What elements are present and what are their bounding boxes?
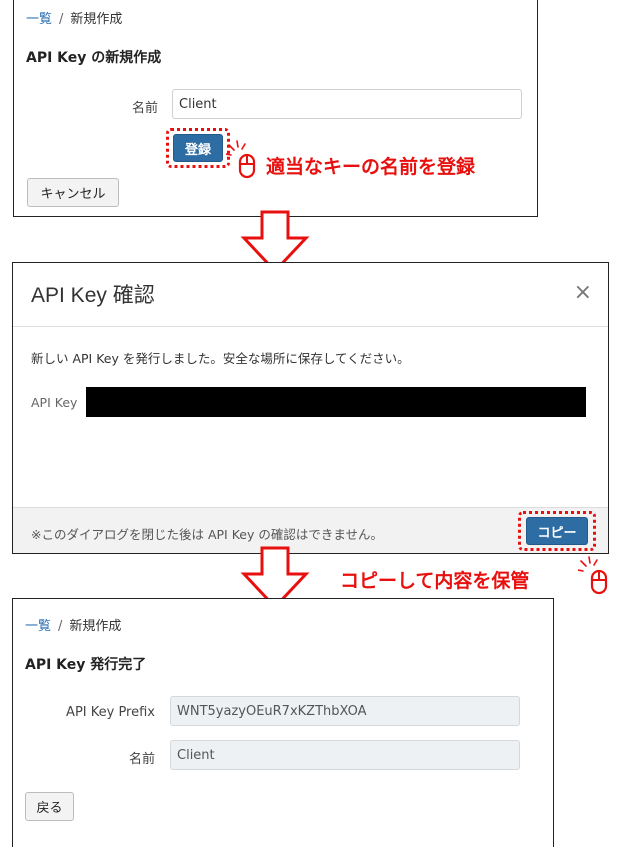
back-button[interactable]: 戻る	[25, 792, 74, 821]
copy-button[interactable]: コピー	[526, 517, 588, 545]
breadcrumb-current: 新規作成	[70, 12, 123, 27]
breadcrumb: 一覧 / 新規作成	[26, 8, 122, 27]
modal-header: API Key 確認 ×	[13, 263, 608, 327]
breadcrumb-separator: /	[59, 12, 64, 27]
prefix-label: API Key Prefix	[66, 705, 155, 720]
complete-panel: 一覧 / 新規作成 API Key 発行完了 API Key Prefix 名前 戻…	[12, 598, 554, 847]
annotation-copy: コピーして内容を保管	[340, 570, 530, 592]
breadcrumb-current: 新規作成	[69, 619, 122, 634]
prefix-field[interactable]	[170, 696, 520, 726]
page-title: API Key 発行完了	[25, 657, 147, 673]
cancel-button[interactable]: キャンセル	[27, 178, 119, 207]
annotation-register: 適当なキーの名前を登録	[266, 156, 476, 178]
mouse-click-icon	[578, 556, 608, 595]
name-field[interactable]	[170, 740, 520, 770]
api-key-label: API Key	[31, 395, 78, 410]
close-icon[interactable]: ×	[574, 282, 592, 304]
name-label: 名前	[128, 752, 155, 767]
api-key-modal: API Key 確認 × 新しい API Key を発行しました。安全な場所に保…	[12, 262, 609, 554]
modal-title: API Key 確認	[31, 284, 155, 307]
api-key-value-redacted	[86, 387, 586, 417]
breadcrumb-list-link[interactable]: 一覧	[25, 619, 51, 634]
register-button[interactable]: 登録	[173, 134, 223, 162]
breadcrumb-separator: /	[58, 619, 63, 634]
name-input[interactable]	[172, 89, 522, 119]
mouse-click-icon	[226, 140, 256, 179]
breadcrumb-list-link[interactable]: 一覧	[26, 12, 52, 27]
footer-note: ※このダイアログを閉じた後は API Key の確認はできません。	[31, 527, 383, 542]
create-form-panel: 一覧 / 新規作成 API Key の新規作成 名前 登録 キャンセル	[13, 0, 538, 217]
name-label: 名前	[131, 101, 158, 116]
breadcrumb: 一覧 / 新規作成	[25, 615, 121, 634]
page-title: API Key の新規作成	[26, 50, 162, 66]
modal-message: 新しい API Key を発行しました。安全な場所に保存してください。	[31, 351, 410, 366]
